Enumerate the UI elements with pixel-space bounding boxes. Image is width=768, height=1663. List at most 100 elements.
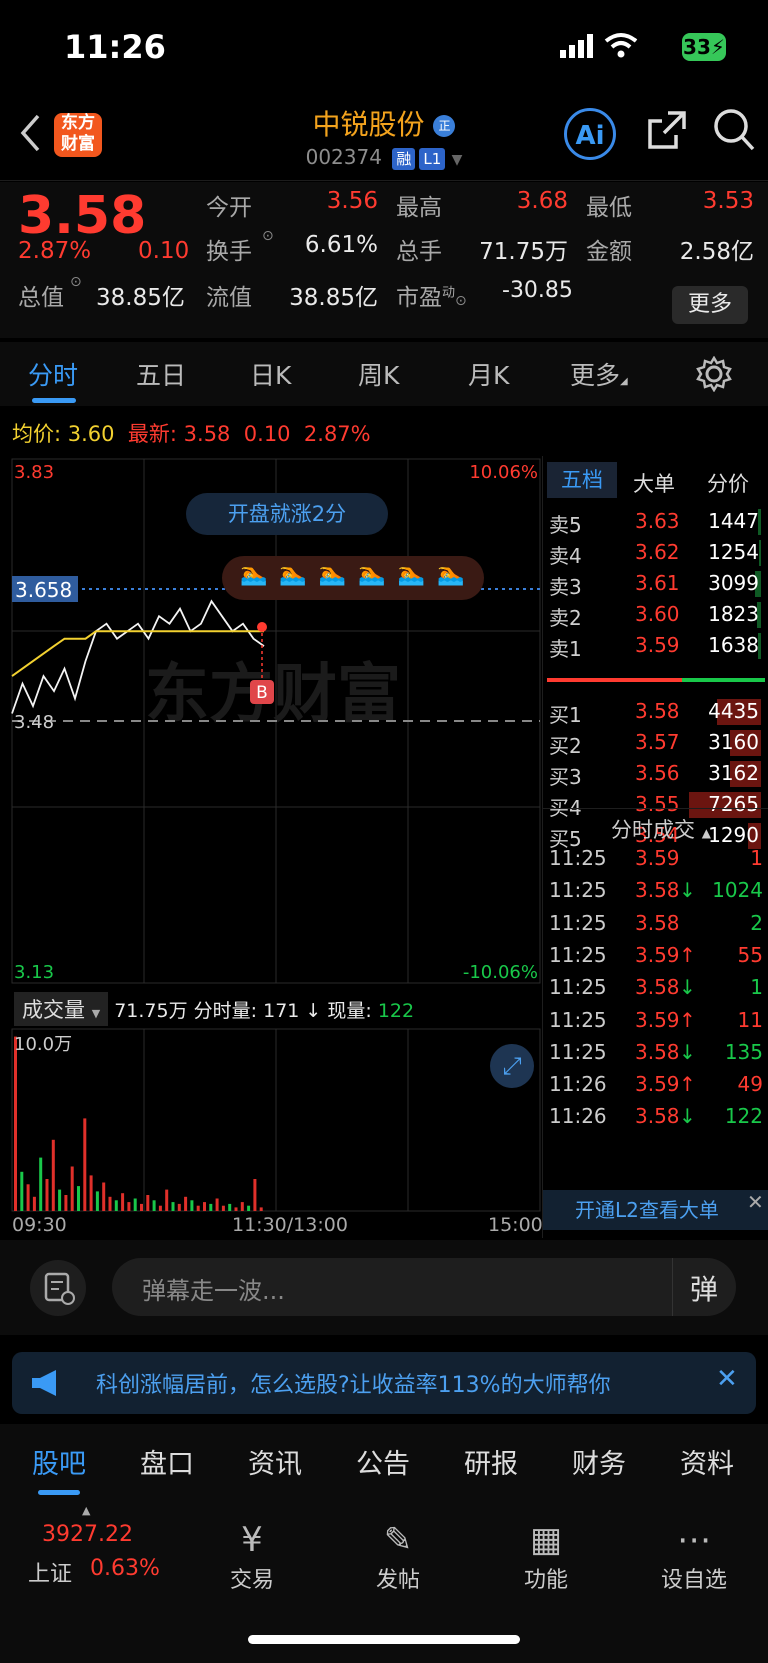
promo-banner[interactable]: 科创涨幅居前，怎么选股?让收益率113%的大师帮你 ✕: [12, 1352, 756, 1414]
trade-volume: 1: [750, 975, 763, 1000]
ask-row[interactable]: 卖2 3.60 1823: [543, 599, 765, 631]
turnover-label: 换手: [206, 239, 252, 265]
bid-row[interactable]: 买1 3.58 4435: [543, 696, 765, 728]
order-price: 3.63: [635, 509, 680, 533]
trade-volume: 1024: [712, 878, 763, 903]
trade-time: 11:25: [549, 942, 607, 967]
volume-bar: [253, 1179, 257, 1211]
stock-header: 东方 财富 中锐股份 正 002374 融 L1 ▼ Ai: [0, 95, 768, 181]
trade-time: 11:26: [549, 1072, 607, 1097]
volume-bar: [240, 1202, 244, 1211]
tab-daily-k[interactable]: 日K: [250, 356, 291, 392]
tab-news[interactable]: 资讯: [248, 1442, 302, 1481]
close-icon[interactable]: ✕: [747, 1190, 764, 1214]
tab-five-levels[interactable]: 五档: [547, 462, 617, 498]
ref-price-label: 3.48: [14, 712, 54, 733]
danmu-send-button[interactable]: 弹: [690, 1268, 718, 1308]
ask-row[interactable]: 卖5 3.63 1447: [543, 506, 765, 538]
tab-research[interactable]: 研报: [464, 1442, 518, 1481]
ask-row[interactable]: 卖4 3.62 1254: [543, 537, 765, 569]
post-button[interactable]: ✎ 发帖: [338, 1518, 458, 1594]
mktcap-label: 总值: [18, 285, 64, 311]
volume-bar: [203, 1202, 206, 1211]
tab-more[interactable]: 更多◢: [570, 356, 628, 392]
pe-label: 市盈动⊙: [396, 285, 467, 311]
l2-upgrade-link[interactable]: 开通L2查看大单: [543, 1190, 768, 1230]
amount-label: 金额: [586, 239, 632, 265]
pct-top-label: 10.06%: [469, 462, 538, 483]
index-value[interactable]: 3927.22: [42, 1522, 133, 1547]
close-icon[interactable]: ✕: [716, 1364, 738, 1394]
emoji-strip: 🏊🏊🏊🏊🏊🏊: [222, 556, 484, 600]
volume-bar: [83, 1118, 87, 1211]
order-price: 3.57: [635, 730, 680, 754]
change-pct: 2.87%: [18, 238, 92, 264]
status-bar: 11:26 33⚡: [0, 0, 768, 95]
open-value: 3.56: [326, 188, 378, 214]
order-label: 卖1: [549, 637, 582, 661]
functions-button[interactable]: ▦ 功能: [486, 1518, 606, 1594]
active-tab-indicator: [38, 1490, 80, 1495]
order-vol: 3099: [708, 571, 759, 595]
share-icon[interactable]: [646, 109, 688, 151]
tab-forum[interactable]: 股吧: [32, 1442, 86, 1481]
settings-icon[interactable]: [696, 356, 732, 392]
danmu-toggle-icon[interactable]: [30, 1260, 86, 1316]
trade-arrow: ↓: [679, 1104, 696, 1129]
trades-title[interactable]: 分时成交 ▲: [611, 814, 711, 844]
ask-row[interactable]: 卖3 3.61 3099: [543, 568, 765, 600]
tab-weekly-k[interactable]: 周K: [358, 356, 399, 392]
trade-arrow: ↑: [679, 1072, 696, 1097]
bid-row[interactable]: 买2 3.57 3160: [543, 727, 765, 759]
tab-announcements[interactable]: 公告: [356, 1442, 410, 1481]
low-label: 最低: [586, 195, 632, 221]
order-price: 3.61: [635, 571, 680, 595]
trade-price: 3.58: [635, 1039, 680, 1064]
trade-volume: 55: [737, 942, 763, 967]
megaphone-icon: [32, 1370, 56, 1396]
order-vol: 1823: [708, 602, 759, 626]
edit-icon: ✎: [383, 1520, 413, 1560]
tab-price-dist[interactable]: 分价: [707, 468, 749, 498]
high-value: 3.68: [516, 188, 568, 214]
order-label: 买3: [549, 765, 582, 789]
expand-icon[interactable]: ⤢: [490, 1044, 534, 1088]
order-price: 3.56: [635, 761, 680, 785]
order-vol: 1290: [708, 823, 759, 847]
order-price: 3.58: [635, 699, 680, 723]
add-watchlist-button[interactable]: ⋯ 设自选: [634, 1518, 754, 1594]
order-label: 卖2: [549, 606, 582, 630]
order-label: 买2: [549, 734, 582, 758]
amount-value: 2.58亿: [679, 239, 754, 265]
volume-fill: [759, 540, 761, 566]
tab-five-day[interactable]: 五日: [136, 356, 186, 392]
ai-button[interactable]: Ai: [564, 108, 616, 160]
volume-selector[interactable]: 成交量 ▼: [14, 992, 109, 1026]
danmu-bar: 弹幕走一波... 弹: [0, 1240, 768, 1335]
volume-bar: [77, 1186, 80, 1211]
event-pill[interactable]: 开盘就涨2分: [186, 493, 388, 535]
info-icon[interactable]: ⊙: [70, 274, 82, 290]
volume-bar: [165, 1189, 169, 1211]
intraday-chart[interactable]: 东方财富 B 3.83 10.06% 3.13 -10.06% 3.48 3.6…: [0, 456, 542, 986]
tab-big-orders[interactable]: 大单: [633, 468, 675, 498]
change-value: 0.10: [138, 238, 190, 264]
tab-profile[interactable]: 资料: [680, 1442, 734, 1481]
danmu-input[interactable]: 弹幕走一波... 弹: [112, 1258, 736, 1316]
tab-orderbook[interactable]: 盘口: [140, 1442, 194, 1481]
ask-row[interactable]: 卖1 3.59 1638: [543, 630, 765, 662]
volume-bar: [177, 1203, 181, 1211]
trade-price: 3.58: [635, 975, 680, 1000]
swimmer-icon: 🏊🏊🏊🏊🏊🏊: [240, 562, 477, 587]
tab-finance[interactable]: 财务: [572, 1442, 626, 1481]
search-icon[interactable]: [712, 107, 756, 153]
trade-row: 11:26 3.58 ↓ 122: [543, 1104, 768, 1138]
info-icon[interactable]: ⊙: [262, 228, 274, 244]
bid-row[interactable]: 买3 3.56 3162: [543, 758, 765, 790]
chevron-up-icon: ▲: [82, 1504, 91, 1517]
bid-ask-ratio-bar: [547, 678, 765, 682]
trade-button[interactable]: ¥ 交易: [192, 1518, 312, 1594]
tab-intraday[interactable]: 分时: [28, 356, 78, 392]
more-button[interactable]: 更多: [672, 286, 748, 324]
tab-monthly-k[interactable]: 月K: [468, 356, 509, 392]
